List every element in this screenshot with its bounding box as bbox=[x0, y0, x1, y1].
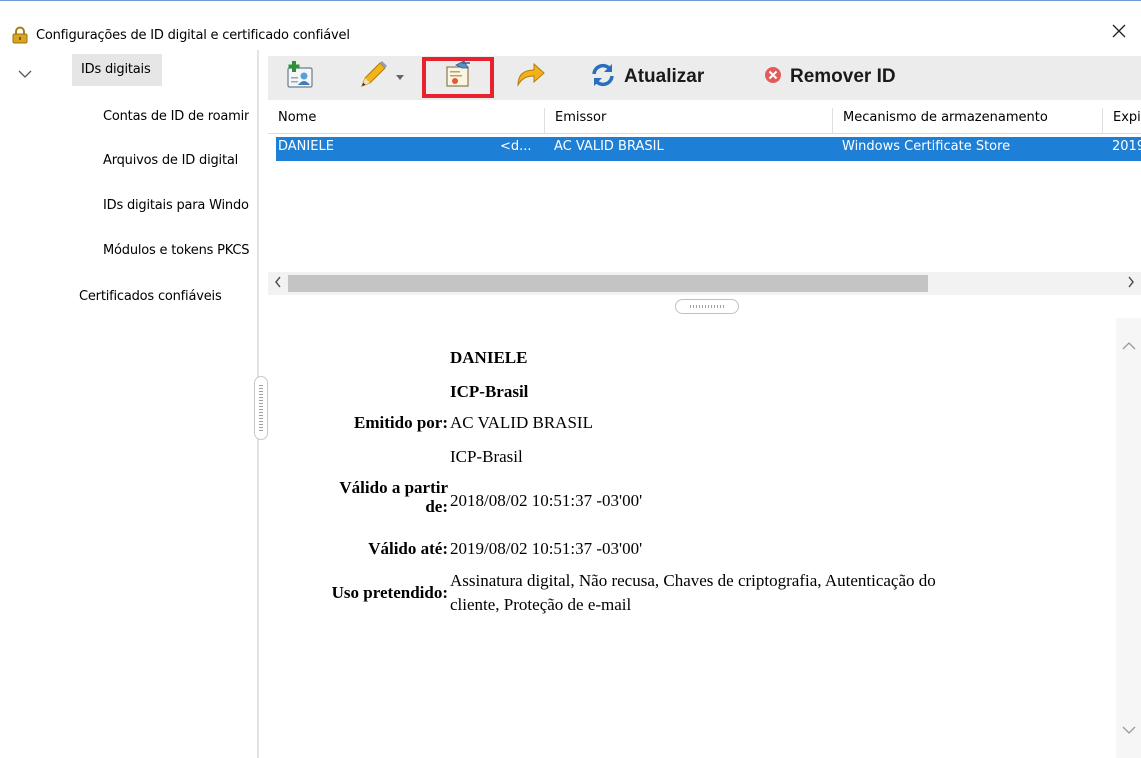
highlight-box bbox=[422, 57, 494, 98]
valid-from-value: 2018/08/02 10:51:37 -03'00' bbox=[450, 491, 643, 510]
cell-issuer: AC VALID BRASIL bbox=[554, 139, 664, 154]
intended-usage-value: Assinatura digital, Não recusa, Chaves d… bbox=[450, 571, 936, 590]
column-header-expires[interactable]: Expira bbox=[1102, 108, 1141, 134]
chevron-down-icon bbox=[1120, 725, 1138, 740]
vertical-splitter-handle[interactable] bbox=[254, 376, 268, 440]
detail-name: DANIELE bbox=[450, 348, 528, 367]
refresh-icon bbox=[590, 62, 616, 92]
scroll-right-button[interactable] bbox=[1121, 272, 1141, 295]
chevron-right-icon bbox=[1127, 276, 1135, 292]
remove-id-button[interactable]: Remover ID bbox=[764, 56, 934, 98]
issued-by-organization: ICP-Brasil bbox=[450, 447, 523, 466]
horizontal-scrollbar[interactable] bbox=[268, 272, 1141, 295]
cell-email: <d... bbox=[500, 139, 532, 154]
issued-by-value: AC VALID BRASIL bbox=[450, 413, 593, 432]
pencil-icon bbox=[356, 58, 390, 96]
scrollbar-thumb[interactable] bbox=[288, 275, 928, 292]
chevron-left-icon bbox=[274, 276, 282, 292]
refresh-button[interactable]: Atualizar bbox=[590, 56, 730, 98]
add-id-icon bbox=[284, 59, 316, 95]
issued-by-label: Emitido por: bbox=[354, 413, 448, 432]
remove-circle-icon bbox=[764, 66, 782, 88]
chevron-up-icon bbox=[1120, 341, 1138, 356]
nav-item-pkcs-modules[interactable]: Módulos e tokens PKCS#11 bbox=[103, 243, 249, 258]
edit-dropdown-button[interactable] bbox=[356, 56, 416, 98]
export-certificate-button[interactable] bbox=[422, 56, 494, 98]
nav-item-roaming-accounts[interactable]: Contas de ID de roaming bbox=[103, 109, 249, 124]
window-title: Configurações de ID digital e certificad… bbox=[36, 28, 350, 43]
nav-item-windows-ids[interactable]: IDs digitais para Windows bbox=[103, 198, 249, 213]
intended-usage-value-continued: cliente, Proteção de e-mail bbox=[450, 595, 632, 614]
cell-storage: Windows Certificate Store bbox=[842, 139, 1011, 154]
table-row[interactable]: DANIELE <d... AC VALID BRASIL Windows Ce… bbox=[276, 137, 1141, 161]
intended-usage-label: Uso pretendido: bbox=[331, 583, 448, 602]
valid-from-label: Válido a partir bbox=[339, 478, 448, 497]
column-header-name[interactable]: Nome bbox=[268, 108, 544, 134]
collapse-toggle[interactable] bbox=[14, 64, 36, 86]
horizontal-splitter-handle[interactable] bbox=[675, 299, 739, 314]
close-button[interactable] bbox=[1100, 19, 1138, 47]
detail-organization: ICP-Brasil bbox=[450, 382, 529, 401]
cell-name: DANIELE bbox=[278, 139, 334, 154]
table-header: Nome Emissor Mecanismo de armazenamento … bbox=[268, 108, 1141, 134]
scroll-up-button[interactable] bbox=[1120, 340, 1138, 354]
remove-id-label: Remover ID bbox=[790, 66, 896, 87]
vertical-scrollbar[interactable] bbox=[1116, 318, 1141, 758]
certificate-details: DANIELE ICP-Brasil Emitido por: AC VALID… bbox=[268, 318, 1118, 758]
add-id-button[interactable] bbox=[284, 56, 324, 98]
refresh-label: Atualizar bbox=[624, 66, 705, 87]
title-bar: Configurações de ID digital e certificad… bbox=[0, 0, 1141, 46]
toolbar: Atualizar Remover ID bbox=[268, 56, 1141, 100]
nav-item-digital-ids[interactable]: IDs digitais bbox=[72, 54, 162, 86]
column-header-storage[interactable]: Mecanismo de armazenamento bbox=[832, 108, 1102, 134]
chevron-down-icon bbox=[396, 70, 404, 85]
scroll-left-button[interactable] bbox=[268, 272, 288, 295]
valid-to-label: Válido até: bbox=[368, 539, 448, 558]
valid-to-value: 2019/08/02 10:51:37 -03'00' bbox=[450, 539, 643, 558]
nav-item-id-files[interactable]: Arquivos de ID digital bbox=[103, 153, 249, 168]
nav-item-trusted-certificates[interactable]: Certificados confiáveis bbox=[79, 289, 249, 304]
scroll-down-button[interactable] bbox=[1120, 724, 1138, 738]
padlock-icon bbox=[11, 26, 29, 44]
chevron-down-icon bbox=[18, 68, 32, 83]
forward-button[interactable] bbox=[514, 56, 550, 98]
digital-id-table: Nome Emissor Mecanismo de armazenamento … bbox=[268, 100, 1141, 270]
forward-arrow-icon bbox=[514, 61, 546, 93]
close-icon bbox=[1112, 24, 1126, 42]
cell-expires: 2019/08/02 bbox=[1112, 139, 1141, 154]
valid-from-label-continued: de: bbox=[425, 497, 448, 516]
column-header-issuer[interactable]: Emissor bbox=[544, 108, 832, 134]
